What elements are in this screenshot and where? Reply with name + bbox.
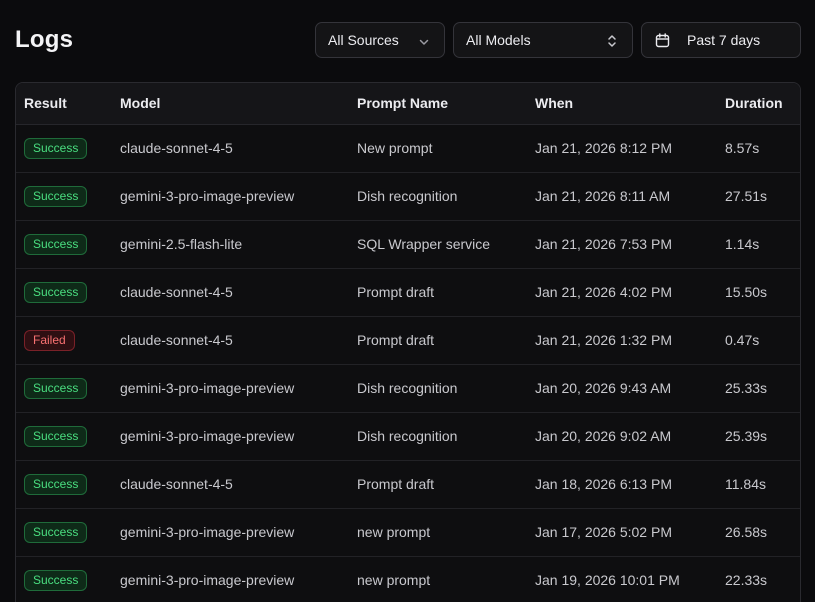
result-cell: Failed — [16, 316, 111, 364]
status-badge: Success — [24, 569, 88, 591]
result-cell: Success — [16, 508, 111, 556]
prompt-name-cell: SQL Wrapper service — [357, 236, 491, 252]
result-cell: Success — [16, 460, 111, 508]
when-cell: Jan 20, 2026 9:02 AM — [535, 428, 672, 444]
status-badge: Success — [24, 137, 88, 159]
status-badge: Success — [24, 425, 88, 447]
model-cell: claude-sonnet-4-5 — [120, 284, 233, 300]
model-cell: gemini-3-pro-image-preview — [120, 572, 295, 588]
chevron-up-down-icon — [606, 33, 618, 52]
duration-cell: 1.14s — [725, 236, 760, 252]
table-row[interactable]: Success gemini-3-pro-image-preview new pro… — [16, 556, 800, 602]
table-row[interactable]: Failed claude-sonnet-4-5 Prompt draft Jan 2… — [16, 316, 800, 364]
duration-cell: 22.33s — [725, 572, 768, 588]
result-cell: Success — [16, 172, 111, 220]
model-cell: gemini-2.5-flash-lite — [120, 236, 243, 252]
when-cell: Jan 18, 2026 6:13 PM — [535, 476, 672, 492]
result-cell: Success — [16, 364, 111, 412]
column-header-when: When — [526, 83, 716, 125]
duration-cell: 15.50s — [725, 284, 768, 300]
duration-cell: 11.84s — [725, 476, 766, 492]
status-badge: Success — [24, 473, 88, 495]
prompt-name-cell: New prompt — [357, 140, 433, 156]
table-row[interactable]: Success gemini-3-pro-image-preview Dish re… — [16, 172, 800, 220]
when-cell: Jan 21, 2026 8:11 AM — [535, 188, 671, 204]
logs-table: Result Model Prompt Name When Duration S… — [15, 82, 801, 602]
duration-cell: 27.51s — [725, 188, 768, 204]
prompt-name-cell: Prompt draft — [357, 332, 435, 348]
when-cell: Jan 21, 2026 1:32 PM — [535, 332, 672, 348]
result-cell: Success — [16, 268, 111, 316]
table-row[interactable]: Success gemini-3-pro-image-preview Dish re… — [16, 412, 800, 460]
prompt-name-cell: Dish recognition — [357, 428, 458, 444]
result-cell: Success — [16, 556, 111, 602]
column-header-duration: Duration — [716, 83, 800, 125]
prompt-name-cell: Prompt draft — [357, 284, 435, 300]
model-cell: gemini-3-pro-image-preview — [120, 188, 295, 204]
status-badge: Success — [24, 377, 88, 399]
table-row[interactable]: Success claude-sonnet-4-5 Prompt draft Jan … — [16, 460, 800, 508]
column-header-prompt-name: Prompt Name — [348, 83, 526, 125]
when-cell: Jan 21, 2026 8:12 PM — [535, 140, 672, 156]
model-filter-label: All Models — [466, 32, 531, 48]
model-cell: claude-sonnet-4-5 — [120, 140, 233, 156]
duration-cell: 26.58s — [725, 524, 768, 540]
duration-cell: 25.33s — [725, 380, 768, 396]
date-range-picker[interactable]: Past 7 days — [641, 22, 801, 58]
table-row[interactable]: Success gemini-3-pro-image-preview new pro… — [16, 508, 800, 556]
status-badge: Success — [24, 233, 88, 255]
table-row[interactable]: Success gemini-2.5-flash-lite SQL Wrapper … — [16, 220, 800, 268]
source-filter-dropdown[interactable]: All Sources — [315, 22, 445, 58]
table-row[interactable]: Success claude-sonnet-4-5 New prompt Jan 21… — [16, 124, 800, 172]
table-row[interactable]: Success gemini-3-pro-image-preview Dish re… — [16, 364, 800, 412]
source-filter-label: All Sources — [328, 32, 399, 48]
table-body: Success claude-sonnet-4-5 New prompt Jan 21… — [16, 124, 800, 602]
when-cell: Jan 21, 2026 4:02 PM — [535, 284, 672, 300]
duration-cell: 0.47s — [725, 332, 760, 348]
page-title: Logs — [15, 26, 74, 53]
column-header-result: Result — [16, 83, 111, 125]
when-cell: Jan 19, 2026 10:01 PM — [535, 572, 680, 588]
model-cell: gemini-3-pro-image-preview — [120, 380, 295, 396]
duration-cell: 8.57s — [725, 140, 760, 156]
prompt-name-cell: Prompt draft — [357, 476, 435, 492]
logs-page: Logs All Sources All Models Past 7 days … — [0, 0, 815, 602]
prompt-name-cell: new prompt — [357, 572, 431, 588]
date-range-label: Past 7 days — [687, 32, 761, 48]
result-cell: Success — [16, 124, 111, 172]
prompt-name-cell: Dish recognition — [357, 380, 458, 396]
calendar-icon — [655, 32, 670, 48]
status-badge: Success — [24, 281, 88, 303]
table-header-row: Result Model Prompt Name When Duration — [16, 83, 800, 125]
table-row[interactable]: Success claude-sonnet-4-5 Prompt draft Jan … — [16, 268, 800, 316]
model-cell: gemini-3-pro-image-preview — [120, 428, 295, 444]
when-cell: Jan 20, 2026 9:43 AM — [535, 380, 672, 396]
status-badge: Failed — [24, 329, 75, 351]
model-cell: claude-sonnet-4-5 — [120, 332, 233, 348]
model-cell: claude-sonnet-4-5 — [120, 476, 233, 492]
column-header-model: Model — [111, 83, 348, 125]
model-filter-select[interactable]: All Models — [453, 22, 633, 58]
when-cell: Jan 21, 2026 7:53 PM — [535, 236, 672, 252]
prompt-name-cell: new prompt — [357, 524, 431, 540]
chevron-down-icon — [418, 35, 430, 51]
result-cell: Success — [16, 412, 111, 460]
duration-cell: 25.39s — [725, 428, 768, 444]
status-badge: Success — [24, 521, 88, 543]
prompt-name-cell: Dish recognition — [357, 188, 458, 204]
result-cell: Success — [16, 220, 111, 268]
when-cell: Jan 17, 2026 5:02 PM — [535, 524, 672, 540]
model-cell: gemini-3-pro-image-preview — [120, 524, 295, 540]
status-badge: Success — [24, 185, 88, 207]
